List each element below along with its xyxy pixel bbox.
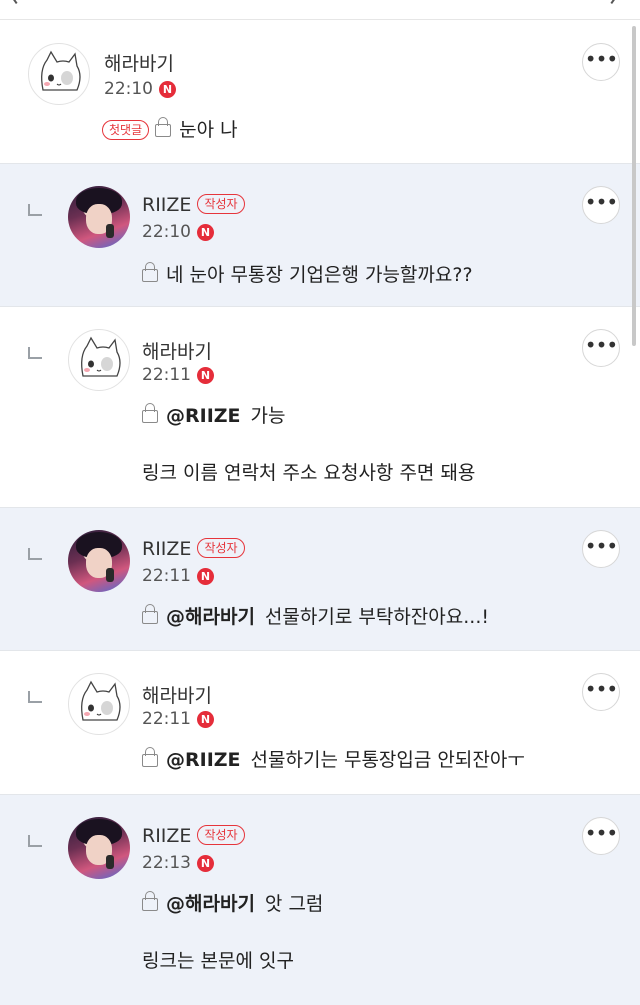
comment-text: @해라바기 선물하기로 부탁하잔아요...! [142,602,489,629]
avatar[interactable] [68,530,130,592]
time-text: 22:11 [142,566,191,586]
nickname[interactable]: 해라바기 [142,337,212,364]
back-icon[interactable] [12,0,18,5]
avatar[interactable] [28,43,90,105]
n-badge-icon: N [197,568,214,585]
comment-item: 해라바기 22:11 N ••• @RIIZE 가능 링크 이름 연락처 주소 요청… [0,307,640,508]
more-icon: ••• [584,821,618,845]
timestamp: 22:11 N [142,566,214,586]
cat-avatar-icon [81,336,121,377]
nickname-text: 해라바기 [142,341,212,363]
cat-avatar-icon [41,50,81,91]
nickname[interactable]: RIIZE 작성자 [142,538,245,560]
more-button[interactable]: ••• [582,817,620,855]
mention-link[interactable]: @RIIZE [166,749,241,771]
more-icon: ••• [584,190,618,214]
comment-body: 가능 [250,405,286,427]
more-icon: ••• [584,333,618,357]
reply-arrow-icon [28,548,42,560]
comment-text: @RIIZE 선물하기는 무통장입금 안되잔아ㅜ [142,745,525,772]
comment-item: RIIZE 작성자 22:13 N ••• @해라바기 앗 그럼 링크는 본문에 잇구 [0,795,640,1005]
author-badge: 작성자 [197,538,245,558]
comment-body: 눈아 나 [179,119,238,141]
more-button[interactable]: ••• [582,329,620,367]
lock-icon [142,604,158,624]
more-icon: ••• [584,534,618,558]
n-badge-icon: N [197,711,214,728]
mention-link[interactable]: @해라바기 [166,606,255,628]
lock-icon [142,403,158,423]
nickname-text: 해라바기 [142,685,212,707]
timestamp: 22:10 N [104,79,176,99]
timestamp: 22:13 N [142,853,214,873]
more-icon: ••• [584,677,618,701]
comment-body: 선물하기는 무통장입금 안되잔아ㅜ [250,749,525,771]
more-button[interactable]: ••• [582,530,620,568]
comment-body: 앗 그럼 [264,893,324,915]
top-bar [0,0,640,20]
time-text: 22:11 [142,365,191,385]
comment-text-line2: 링크 이름 연락처 주소 요청사항 주면 돼용 [142,462,476,484]
n-badge-icon: N [197,367,214,384]
comment-item: RIIZE 작성자 22:10 N ••• 네 눈아 무통장 기업은행 가능할까요?… [0,164,640,307]
lock-icon [142,262,158,282]
nickname[interactable]: 해라바기 [142,681,212,708]
author-badge: 작성자 [197,194,245,214]
comment-text-line2: 링크는 본문에 잇구 [142,950,294,972]
mention-link[interactable]: @RIIZE [166,405,241,427]
comment-body: 선물하기로 부탁하잔아요...! [264,606,489,628]
nickname[interactable]: RIIZE 작성자 [142,194,245,216]
time-text: 22:10 [142,222,191,242]
timestamp: 22:11 N [142,709,214,729]
time-text: 22:11 [142,709,191,729]
nickname[interactable]: 해라바기 [104,49,174,76]
time-text: 22:10 [104,79,153,99]
n-badge-icon: N [197,224,214,241]
lock-icon [155,117,172,137]
nickname-text: RIIZE [142,538,192,560]
comment-item: RIIZE 작성자 22:11 N ••• @해라바기 선물하기로 부탁하잔아요...… [0,508,640,651]
nickname-text: RIIZE [142,825,192,847]
first-comment-badge: 첫댓글 [102,120,150,140]
timestamp: 22:11 N [142,365,214,385]
time-text: 22:13 [142,853,191,873]
comment-body: 네 눈아 무통장 기업은행 가능할까요?? [166,264,473,286]
author-badge: 작성자 [197,825,245,845]
more-icon: ••• [584,47,618,71]
nickname-text: 해라바기 [104,53,174,75]
nickname[interactable]: RIIZE 작성자 [142,825,245,847]
avatar[interactable] [68,817,130,879]
comment-text: 네 눈아 무통장 기업은행 가능할까요?? [142,260,473,287]
more-button[interactable]: ••• [582,186,620,224]
lock-icon [142,891,158,911]
comment-text: 첫댓글 눈아 나 [102,115,238,142]
comment-text: @해라바기 앗 그럼 [142,889,323,916]
scrollbar[interactable] [632,26,636,346]
cat-avatar-icon [81,680,121,721]
lock-icon [142,747,158,767]
more-button[interactable]: ••• [582,673,620,711]
reply-arrow-icon [28,347,42,359]
menu-icon[interactable] [610,0,616,5]
nickname-text: RIIZE [142,194,192,216]
n-badge-icon: N [197,855,214,872]
comment-item: 해라바기 22:11 N ••• @RIIZE 선물하기는 무통장입금 안되잔아ㅜ [0,651,640,795]
reply-arrow-icon [28,204,42,216]
reply-arrow-icon [28,835,42,847]
reply-arrow-icon [28,691,42,703]
comment-item: 해라바기 22:10 N ••• 첫댓글 눈아 나 [0,21,640,164]
mention-link[interactable]: @해라바기 [166,893,255,915]
avatar[interactable] [68,673,130,735]
more-button[interactable]: ••• [582,43,620,81]
n-badge-icon: N [159,81,176,98]
avatar[interactable] [68,329,130,391]
timestamp: 22:10 N [142,222,214,242]
avatar[interactable] [68,186,130,248]
comment-text: @RIIZE 가능 [142,401,286,428]
